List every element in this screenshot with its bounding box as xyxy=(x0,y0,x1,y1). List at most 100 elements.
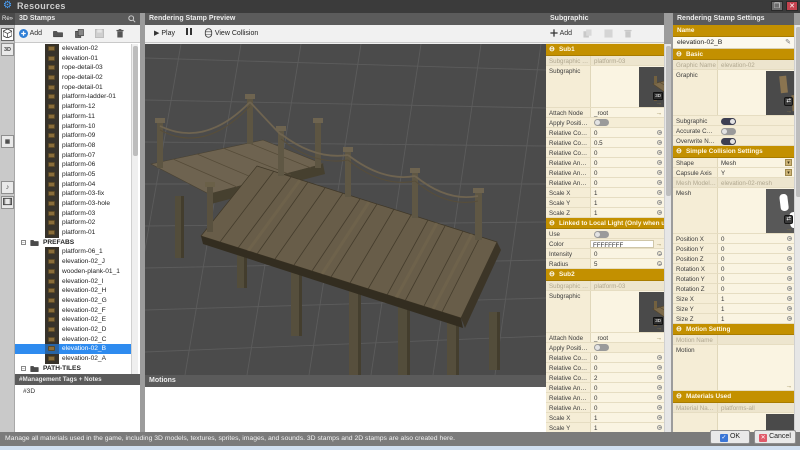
tree-item-row[interactable]: platform-06 xyxy=(15,160,131,170)
tree-item-row[interactable]: platform-06_1 xyxy=(15,247,131,257)
rail-3d-cube-button[interactable] xyxy=(1,28,14,41)
stepper-icon[interactable] xyxy=(657,375,662,380)
subgraphic-property-row[interactable]: Scale X1 xyxy=(546,188,664,198)
collapse-icon[interactable]: ⊖ xyxy=(549,269,555,281)
subgraphic-property-row[interactable]: Subgraphic3D→ xyxy=(546,291,664,333)
settings-property-row[interactable]: Graphic⇄→ xyxy=(673,70,794,116)
open-arrow-icon[interactable]: → xyxy=(656,325,663,332)
tree-item-row[interactable]: platform-05 xyxy=(15,170,131,180)
stamps-new-folder-button[interactable] xyxy=(51,27,65,40)
cancel-button[interactable]: ✕Cancel xyxy=(754,430,796,444)
settings-property-row[interactable]: Rotation X0 xyxy=(673,264,794,274)
subgraphic-property-row[interactable]: Scale Z1 xyxy=(546,208,664,218)
tree-item-row[interactable]: platform-10 xyxy=(15,122,131,132)
open-arrow-icon[interactable]: → xyxy=(656,240,663,249)
subgraphic-duplicate-button[interactable] xyxy=(581,27,594,40)
stepper-icon[interactable] xyxy=(657,395,662,400)
dropdown-icon[interactable]: ▾ xyxy=(785,169,792,176)
pause-button[interactable] xyxy=(182,27,196,40)
subgraphic-property-row[interactable]: Relative An…0 xyxy=(546,393,664,403)
tree-item-row[interactable]: platform-03 xyxy=(15,209,131,219)
swap-graphic-icon[interactable]: ⇄ xyxy=(784,215,793,224)
dropdown-icon[interactable]: ▾ xyxy=(785,159,792,166)
subgraphic-property-row[interactable]: Relative Co…2 xyxy=(546,373,664,383)
subgraphic-property-row[interactable]: Intensity0 xyxy=(546,249,664,259)
tree-item-row[interactable]: elevation-02_G xyxy=(15,296,131,306)
close-window-button[interactable]: ✕ xyxy=(786,1,798,11)
open-arrow-icon[interactable]: → xyxy=(656,100,663,107)
subgraphic-property-row[interactable]: Relative An…0 xyxy=(546,403,664,413)
motions-panel-body[interactable] xyxy=(145,387,546,432)
subgraphic-property-row[interactable]: Scale Y1 xyxy=(546,423,664,433)
open-arrow-icon[interactable]: → xyxy=(656,109,663,117)
rail-audio-button[interactable]: ♪ xyxy=(1,181,14,194)
subgraphic-scrollbar[interactable] xyxy=(664,44,671,432)
subgraphic-property-row[interactable]: Relative Co…0 xyxy=(546,128,664,138)
tree-item-row[interactable]: platform-03-fix xyxy=(15,189,131,199)
stamps-save-button[interactable] xyxy=(93,27,106,40)
tree-item-row[interactable]: platform-04 xyxy=(15,180,131,190)
subgraphic-property-row[interactable]: Attach Node_root→ xyxy=(546,108,664,118)
stepper-icon[interactable] xyxy=(657,150,662,155)
play-button[interactable]: ▶ Play xyxy=(151,27,178,40)
tree-item-row[interactable]: elevation-02_E xyxy=(15,315,131,325)
tree-item-row[interactable]: platform-09 xyxy=(15,131,131,141)
stepper-icon[interactable] xyxy=(657,385,662,390)
subgraphic-add-button[interactable]: Add xyxy=(548,27,574,40)
collapse-icon[interactable]: ⊖ xyxy=(549,44,555,56)
stepper-icon[interactable] xyxy=(787,306,792,311)
tree-folder-row[interactable]: −PREFABS xyxy=(15,238,131,248)
tree-item-row[interactable]: elevation-02_C xyxy=(15,335,131,345)
settings-section-header[interactable]: ⊖Motion Setting xyxy=(673,324,794,336)
tree-item-row[interactable]: elevation-02_D xyxy=(15,325,131,335)
stepper-icon[interactable] xyxy=(657,200,662,205)
stepper-icon[interactable] xyxy=(657,251,662,256)
restore-window-button[interactable]: ❐ xyxy=(771,1,783,11)
subgraphic-property-row[interactable]: Attach Node_root→ xyxy=(546,333,664,343)
edit-pencil-icon[interactable]: ✎ xyxy=(785,37,791,49)
tree-item-row[interactable]: wooden-plank-01_1 xyxy=(15,267,131,277)
tree-item-row[interactable]: platform-12 xyxy=(15,102,131,112)
settings-property-row[interactable]: Size Z1 xyxy=(673,314,794,324)
subgraphic-save-button[interactable] xyxy=(602,27,615,40)
open-arrow-icon[interactable]: → xyxy=(786,108,793,115)
toggle-switch[interactable] xyxy=(594,344,609,351)
stamps-delete-button[interactable] xyxy=(114,27,126,40)
swap-graphic-icon[interactable]: ⇄ xyxy=(784,97,793,106)
stepper-icon[interactable] xyxy=(657,415,662,420)
tree-item-row[interactable]: platform-08 xyxy=(15,141,131,151)
settings-scrollbar[interactable] xyxy=(794,25,800,432)
stepper-icon[interactable] xyxy=(657,261,662,266)
toggle-switch[interactable] xyxy=(721,118,736,125)
stepper-icon[interactable] xyxy=(657,160,662,165)
settings-property-row[interactable]: Rotation Z0 xyxy=(673,284,794,294)
expand-toggle-icon[interactable]: − xyxy=(21,240,26,245)
tree-item-row[interactable]: platform-02 xyxy=(15,218,131,228)
settings-property-row[interactable]: ShapeMesh▾ xyxy=(673,158,794,168)
tree-item-row[interactable]: elevation-02_A xyxy=(15,354,131,364)
stepper-icon[interactable] xyxy=(787,276,792,281)
settings-section-header[interactable]: ⊖Simple Collision Settings xyxy=(673,146,794,158)
settings-section-header[interactable]: ⊖Materials Used xyxy=(673,391,794,403)
tree-item-row[interactable]: platform-ladder-01 xyxy=(15,92,131,102)
toggle-switch[interactable] xyxy=(594,119,609,126)
tree-item-row[interactable]: elevation-02_B xyxy=(15,344,131,354)
stepper-icon[interactable] xyxy=(657,140,662,145)
stepper-icon[interactable] xyxy=(787,256,792,261)
subgraphic-property-row[interactable]: Scale X1 xyxy=(546,413,664,423)
subgraphic-section-header[interactable]: ⊖Sub2 xyxy=(546,269,664,281)
settings-property-row[interactable]: Position Z0 xyxy=(673,254,794,264)
stepper-icon[interactable] xyxy=(657,180,662,185)
color-input[interactable]: FFFFFFFF xyxy=(590,240,654,248)
tree-item-row[interactable]: platform-07 xyxy=(15,151,131,161)
settings-property-row[interactable]: Capsule AxisY▾ xyxy=(673,168,794,178)
subgraphic-delete-button[interactable] xyxy=(622,27,634,40)
management-notes[interactable]: #3D xyxy=(15,385,140,432)
tree-item-row[interactable]: elevation-02_F xyxy=(15,306,131,316)
stepper-icon[interactable] xyxy=(787,246,792,251)
search-icon[interactable] xyxy=(128,15,136,23)
open-arrow-icon[interactable]: → xyxy=(656,334,663,342)
expand-toggle-icon[interactable]: − xyxy=(21,366,26,371)
resources-collapsed-tab[interactable]: Re» xyxy=(0,13,15,25)
tree-item-row[interactable]: rope-detail-02 xyxy=(15,73,131,83)
